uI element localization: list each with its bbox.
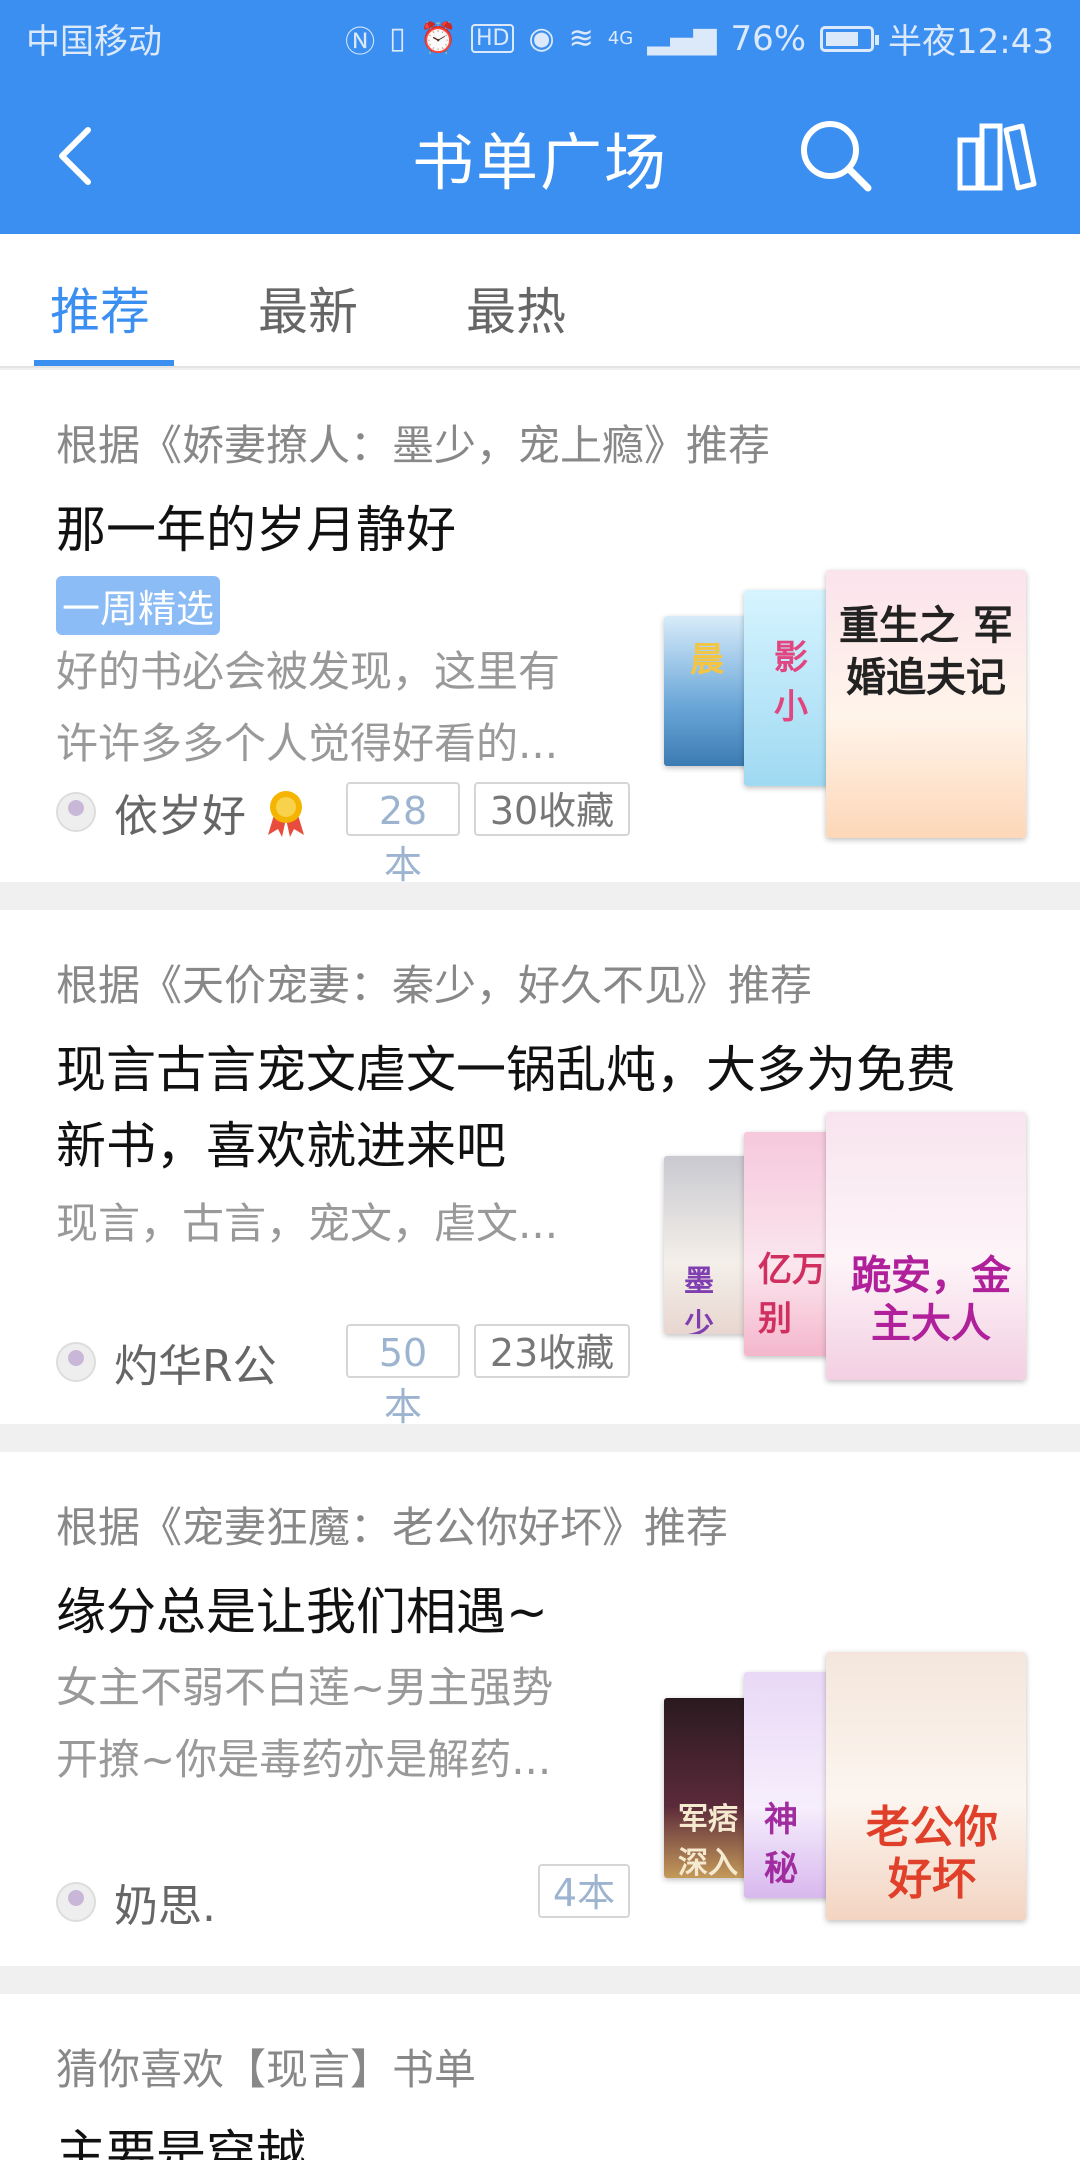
avatar [56, 792, 96, 832]
battery-percent: 76% [730, 18, 807, 59]
recommend-reason: 猜你喜欢【现言】书单 [56, 2045, 477, 2094]
network-type-label: 4G [607, 28, 634, 49]
author-name: 灼华R公 [114, 1341, 277, 1392]
book-count-badge: 28本 [346, 782, 460, 887]
tab-indicator [34, 360, 174, 366]
author-info[interactable]: 灼华R公 [56, 1330, 277, 1394]
book-covers: 墨少宠 亿万别 跪安，金主大人 [660, 1112, 1030, 1382]
booklist-description: 女主不弱不白莲~男主强势 开撩~你是毒药亦是解药... [56, 1663, 554, 1784]
booklist-description: 现言，古言，宠文，虐文... [56, 1199, 559, 1248]
author-info[interactable]: 奶思. [56, 1870, 216, 1934]
tab-bar: 推荐 最新 最热 [0, 234, 1080, 368]
nfc-icon: Ⓝ [345, 24, 376, 60]
vibrate-icon: ▯ [389, 21, 406, 56]
book-cover: 军痞深入 [664, 1698, 750, 1878]
battery-icon [820, 25, 880, 52]
weekly-pick-badge: 一周精选 [56, 576, 221, 635]
medal-icon [264, 787, 308, 837]
book-cover: 跪安，金主大人 [826, 1112, 1026, 1380]
booklist-title: 缘分总是让我们相遇~ [56, 1583, 548, 1641]
booklist-title: 主要是穿越 [56, 2125, 306, 2160]
author-name: 依岁好 [114, 791, 246, 842]
carrier-label: 中国移动 [26, 22, 162, 62]
author-name: 奶思. [114, 1881, 216, 1932]
wifi-icon: ≋ [568, 21, 594, 56]
recommend-reason: 根据《宠妻狂魔：老公你好坏》推荐 [56, 1503, 729, 1552]
booklist-card[interactable]: 根据《宠妻狂魔：老公你好坏》推荐 缘分总是让我们相遇~ 女主不弱不白莲~男主强势… [0, 1452, 1080, 1966]
tab-recommend[interactable]: 推荐 [50, 272, 150, 344]
page-title: 书单广场 [411, 126, 668, 199]
book-cover: 墨少宠 [664, 1156, 750, 1334]
tab-latest[interactable]: 最新 [258, 272, 358, 344]
booklist-card[interactable]: 猜你喜欢【现言】书单 主要是穿越 [0, 1994, 1080, 2160]
book-covers: 晨 影小 重生之 军婚追夫记 [660, 570, 1030, 840]
tab-hottest[interactable]: 最热 [466, 272, 566, 344]
app-bar: 书单广场 [0, 72, 1080, 234]
status-icons: Ⓝ ▯ ⏰ HD ◉ ≋ 4G ▂▄▆ 76% 半夜12:43 [345, 14, 1054, 63]
bookshelf-icon[interactable] [950, 110, 1040, 200]
book-cover: 重生之 军婚追夫记 [826, 570, 1026, 838]
booklist-description: 好的书必会被发现，这里有 许许多多个人觉得好看的... [56, 647, 561, 768]
recommend-reason: 根据《娇妻撩人：墨少，宠上瘾》推荐 [56, 421, 771, 470]
booklist-title: 那一年的岁月静好 [56, 501, 456, 559]
booklist-card[interactable]: 根据《娇妻撩人：墨少，宠上瘾》推荐 那一年的岁月静好 一周精选 好的书必会被发现… [0, 370, 1080, 887]
favorites-count-badge: 30收藏 [474, 782, 630, 836]
search-icon[interactable] [790, 110, 880, 200]
status-bar: 中国移动 Ⓝ ▯ ⏰ HD ◉ ≋ 4G ▂▄▆ 76% 半夜12:43 [0, 0, 1080, 72]
favorites-count-badge: 23收藏 [474, 1324, 630, 1378]
avatar [56, 1342, 96, 1382]
signal-icon: ▂▄▆ [647, 21, 717, 56]
book-covers: 军痞深入 神秘 老公你好坏 [660, 1652, 1030, 1922]
clock-label: 半夜12:43 [888, 22, 1054, 62]
author-info[interactable]: 依岁好 [56, 780, 308, 844]
eye-icon: ◉ [528, 21, 555, 56]
book-count-badge: 50本 [346, 1324, 460, 1429]
avatar [56, 1882, 96, 1922]
booklist-card[interactable]: 根据《天价宠妻：秦少，好久不见》推荐 现言古言宠文虐文一锅乱炖，大多为免费 新书… [0, 910, 1080, 1429]
alarm-icon: ⏰ [419, 21, 457, 56]
recommend-reason: 根据《天价宠妻：秦少，好久不见》推荐 [56, 961, 813, 1010]
book-cover: 老公你好坏 [826, 1652, 1026, 1920]
hd-icon: HD [471, 24, 515, 53]
book-count-badge: 4本 [538, 1864, 630, 1918]
book-cover: 晨 [664, 616, 750, 766]
